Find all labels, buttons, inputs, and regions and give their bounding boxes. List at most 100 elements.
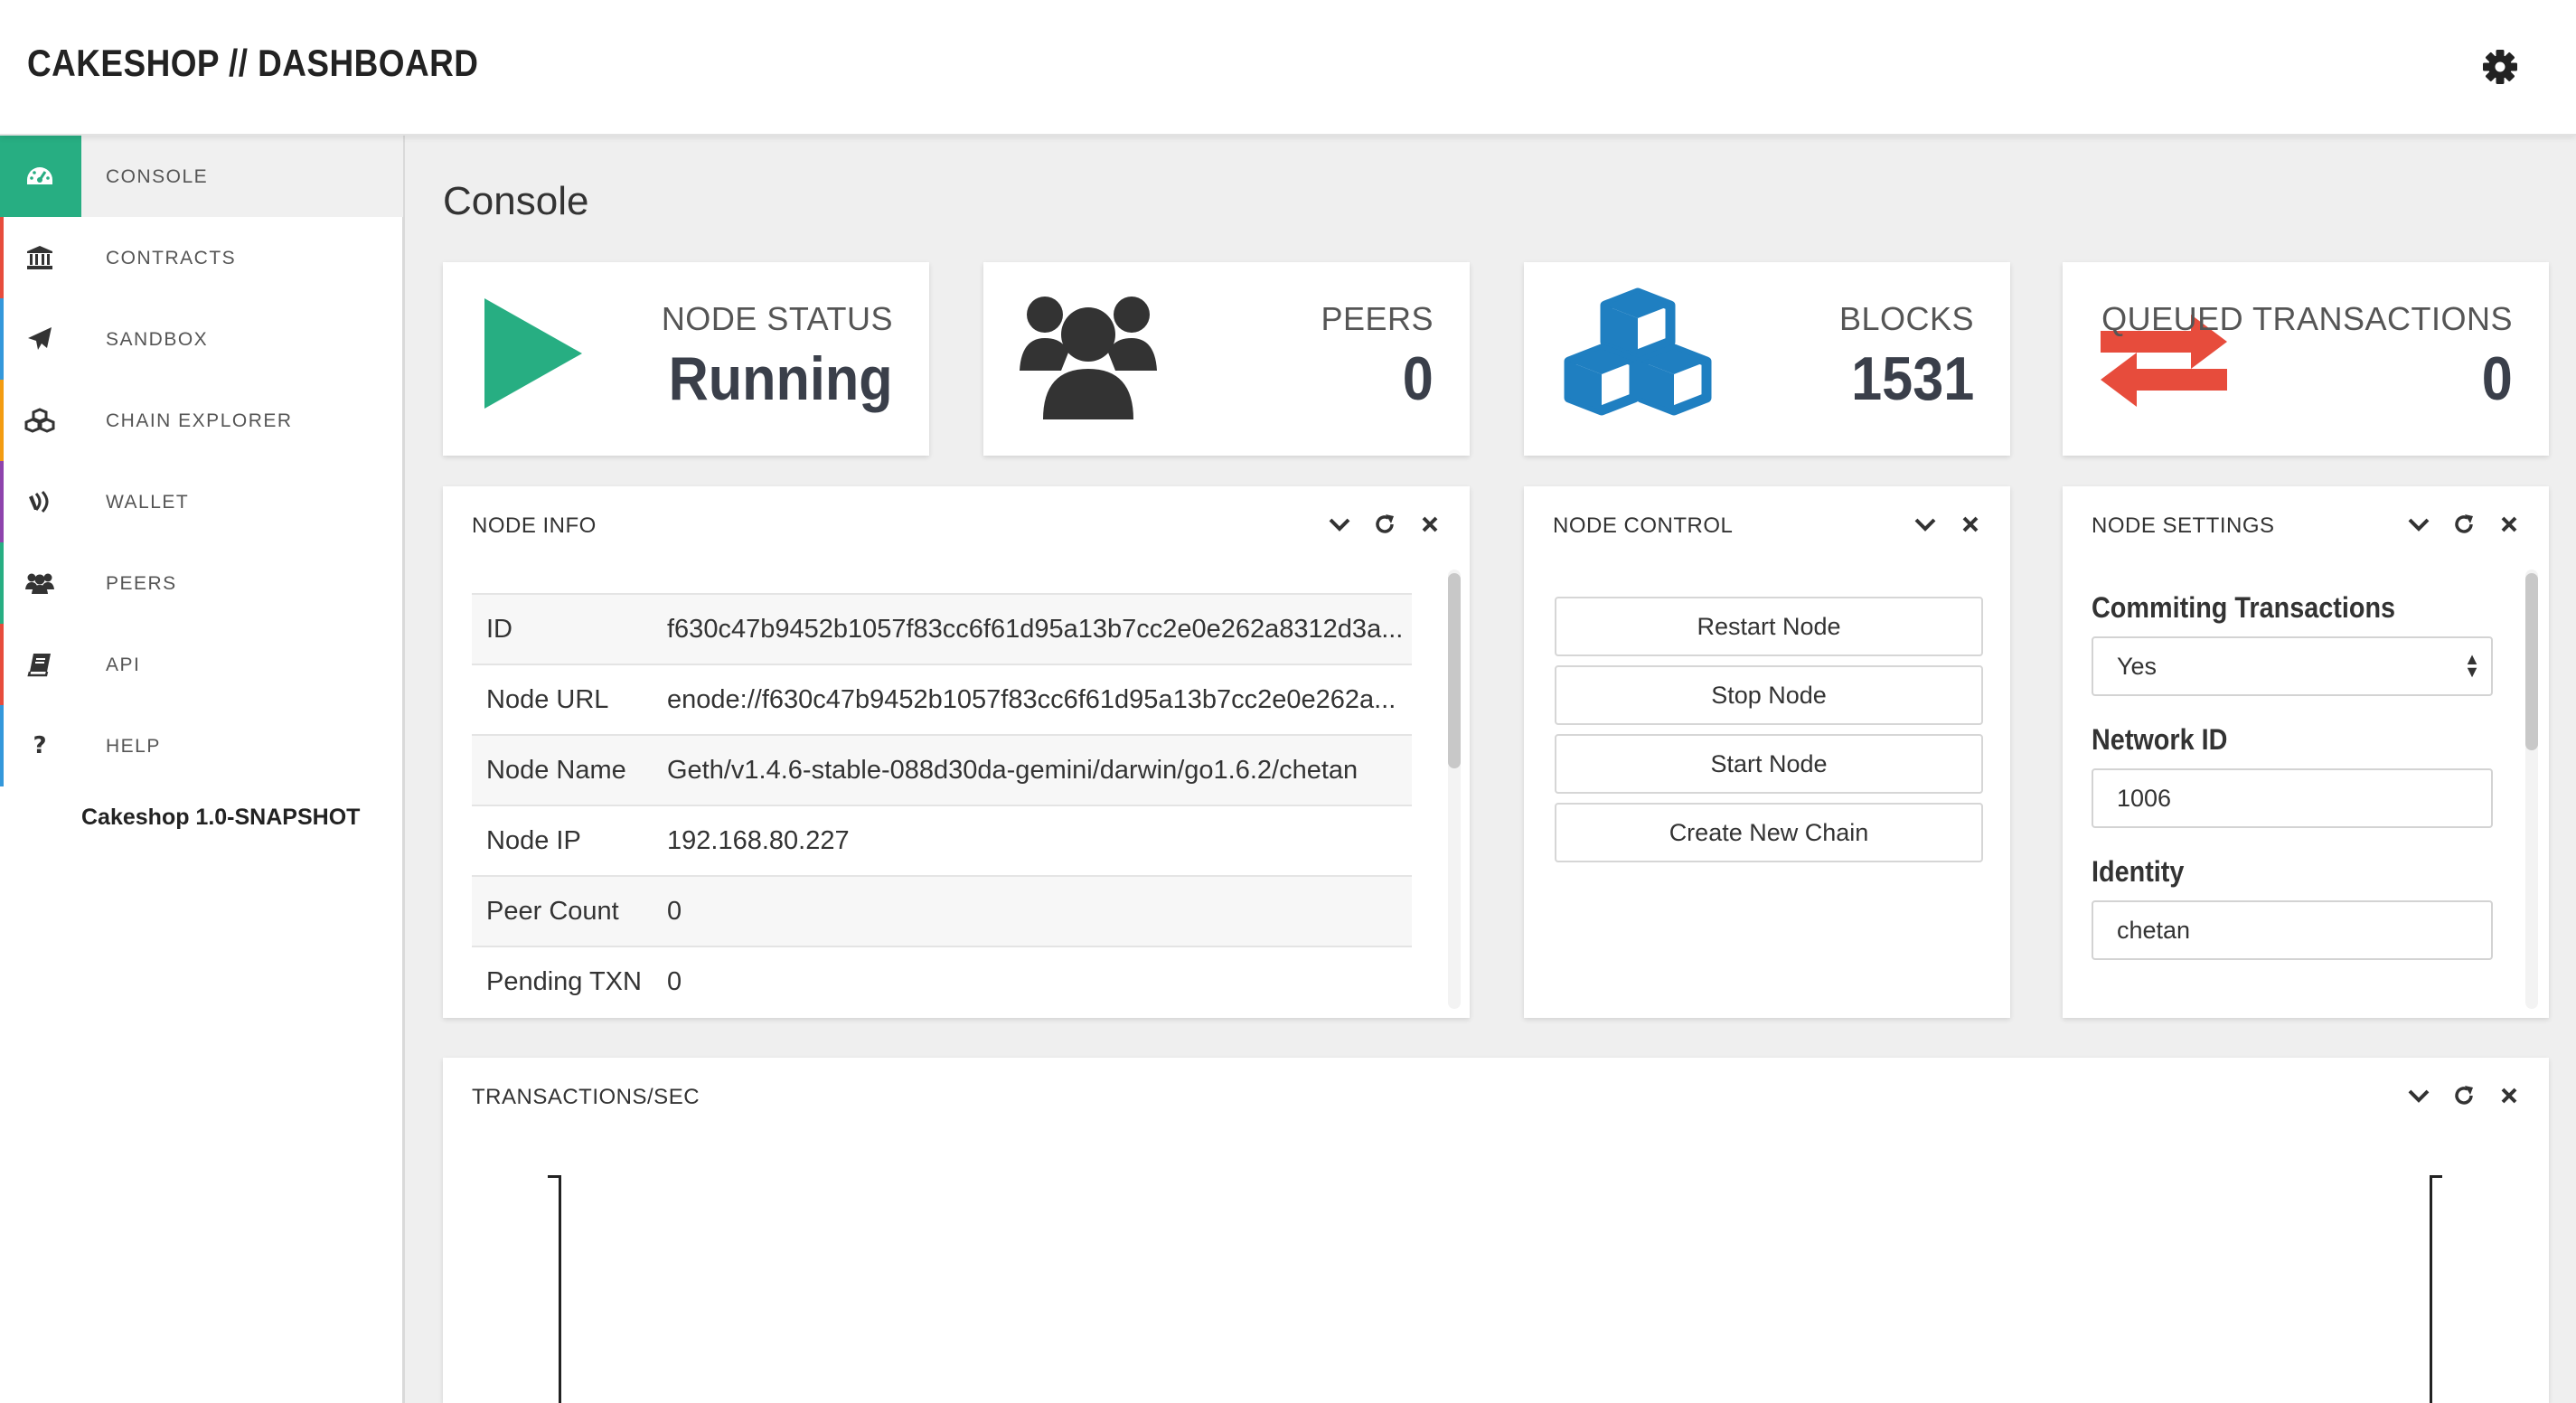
sidebar-item-label: WALLET [106,492,190,513]
panel-title: NODE INFO [472,513,597,538]
sidebar-item-indicator [0,542,4,624]
scrollbar-thumb[interactable] [1448,573,1461,768]
sidebar-item-api[interactable]: API [0,624,403,705]
sidebar-item-indicator [0,461,4,542]
queued-transactions-value: 0 [2481,344,2513,413]
scrollbar-thumb[interactable] [2525,573,2538,750]
panel-title: TRANSACTIONS/SEC [472,1085,700,1109]
sidebar-item-console[interactable]: CONSOLE [0,136,403,217]
sidebar-item-indicator [0,624,4,705]
sidebar-item-label: HELP [106,736,161,757]
stat-label: PEERS [1321,300,1434,337]
panel-tools [1913,512,1983,537]
stat-card-blocks: BLOCKS 1531 [1524,262,2010,456]
node-info-table: ID f630c47b9452b1057f83cc6f61d95a13b7cc2e… [472,593,1412,1016]
panel-tools [2406,1083,2522,1108]
chart-left-axis-tick [548,1175,560,1178]
dashboard-icon [24,161,56,192]
stop-node-button[interactable]: Stop Node [1555,665,1983,725]
app-title: CAKESHOP // DASHBOARD [27,42,479,84]
node-info-value: enode://f630c47b9452b1057f83cc6f61d95a13… [667,685,1396,714]
transactions-per-sec-panel: TRANSACTIONS/SEC [443,1058,2549,1403]
chevron-down-icon[interactable] [2406,512,2431,537]
node-info-panel: NODE INFO ID f630c47b9452b1057f83cc6f61d9… [443,486,1470,1018]
users-icon [1018,287,1159,426]
close-icon[interactable] [2496,1083,2522,1108]
chevron-down-icon[interactable] [1913,512,1938,537]
stat-label: BLOCKS [1838,300,1974,337]
sidebar-item-sandbox[interactable]: SANDBOX [0,298,403,380]
select-caret-icon: ▲ ▼ [2464,650,2480,681]
sidebar: CONSOLE CONTRACTS SANDBOX CHAIN EXPLORER… [0,136,405,1403]
close-icon[interactable] [2496,512,2522,537]
panel-tools [1327,512,1443,537]
table-row: Node URL enode://f630c47b9452b1057f83cc6f… [472,664,1412,734]
close-icon[interactable] [1417,512,1443,537]
start-node-button[interactable]: Start Node [1555,734,1983,794]
panel-title: NODE CONTROL [1553,513,1734,538]
node-info-key: Node URL [486,685,609,714]
scrollbar[interactable] [2525,570,2538,1009]
create-new-chain-button[interactable]: Create New Chain [1555,803,1983,862]
users-icon [24,568,56,598]
peers-value: 0 [1402,344,1434,413]
panel-tools [2406,512,2522,537]
node-info-value: 0 [667,967,682,996]
sidebar-item-indicator [0,380,4,461]
sidebar-item-label: PEERS [106,573,177,594]
node-info-key: Pending TXN [486,967,642,996]
bank-icon [24,242,56,273]
committing-transactions-select[interactable]: Yes ▲ ▼ [2092,636,2493,696]
table-row: Peer Count 0 [472,875,1412,946]
committing-transactions-value: Yes [2117,653,2158,680]
node-info-key: Node Name [486,756,626,785]
sidebar-item-indicator [0,705,4,786]
node-info-key: ID [486,615,512,644]
top-bar: CAKESHOP // DASHBOARD [0,0,2576,136]
stat-label: QUEUED TRANSACTIONS [2101,300,2513,337]
sidebar-item-wallet[interactable]: WALLET [0,461,403,542]
network-id-field[interactable]: 1006 [2092,768,2493,828]
table-row: Node IP 192.168.80.227 [472,805,1412,875]
node-control-panel: NODE CONTROL Restart Node Stop Node Star… [1524,486,2010,1018]
refresh-icon[interactable] [2451,512,2477,537]
chart-left-axis [559,1175,561,1403]
stat-label: NODE STATUS [661,300,893,337]
chart-right-axis-tick [2430,1175,2442,1178]
identity-field[interactable]: chetan [2092,900,2493,960]
stat-card-node-status: NODE STATUS Running [443,262,929,456]
refresh-icon[interactable] [2451,1083,2477,1108]
table-row: ID f630c47b9452b1057f83cc6f61d95a13b7cc2e… [472,593,1412,664]
page-title: Console [443,179,589,223]
panel-title: NODE SETTINGS [2092,513,2275,538]
sidebar-item-label: API [106,654,141,675]
wallet-icon [24,486,56,517]
app-version: Cakeshop 1.0-SNAPSHOT [81,805,361,830]
paper-plane-icon [24,324,56,354]
scrollbar[interactable] [1448,570,1461,1009]
book-icon [24,649,56,680]
restart-node-button[interactable]: Restart Node [1555,597,1983,656]
node-info-value: Geth/v1.4.6-stable-088d30da-gemini/darwi… [667,756,1359,785]
identity-label: Identity [2092,855,2185,888]
refresh-icon[interactable] [1372,512,1397,537]
sidebar-item-contracts[interactable]: CONTRACTS [0,217,403,298]
sidebar-item-help[interactable]: ? HELP [0,705,403,786]
sidebar-item-label: CONSOLE [106,166,209,187]
chart-right-axis [2430,1175,2432,1403]
sidebar-item-peers[interactable]: PEERS [0,542,403,624]
sidebar-item-indicator [0,298,4,380]
node-info-key: Peer Count [486,897,619,926]
close-icon[interactable] [1958,512,1983,537]
chevron-down-icon[interactable] [2406,1083,2431,1108]
cubes-icon [24,405,56,436]
node-info-value: f630c47b9452b1057f83cc6f61d95a13b7cc2e0e… [667,615,1404,644]
blocks-value: 1531 [1850,344,1974,413]
sidebar-item-label: CONTRACTS [106,248,237,268]
play-icon [481,297,586,415]
question-icon: ? [33,732,47,759]
chevron-down-icon[interactable] [1327,512,1352,537]
gear-icon[interactable] [2480,47,2520,87]
sidebar-item-chain-explorer[interactable]: CHAIN EXPLORER [0,380,403,461]
sidebar-item-indicator [0,217,4,298]
